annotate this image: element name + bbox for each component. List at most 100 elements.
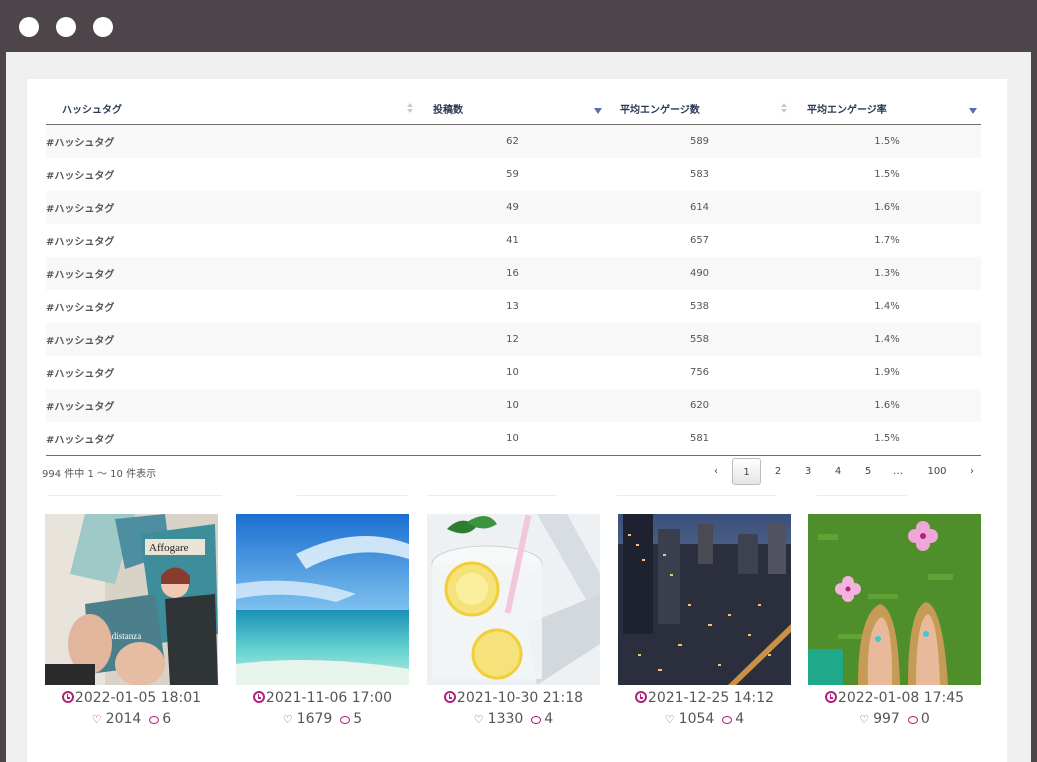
column-header-label: 投稿数 xyxy=(433,104,463,116)
comments-count: 0 xyxy=(920,711,930,727)
post-date-text: 2022-01-05 18:01 xyxy=(74,690,202,706)
post-date: 2022-01-08 17:45 xyxy=(808,688,981,708)
table-row[interactable]: #ハッシュタグ 49 614 1.6% xyxy=(46,191,981,224)
browser-window: ハッシュタグ 投稿数 平均エンゲージ数 平均エンゲージ率 #ハッシュタグ 62 … xyxy=(6,52,1031,762)
posts-cell: 41 xyxy=(506,235,519,246)
table-row[interactable]: #ハッシュタグ 12 558 1.4% xyxy=(46,323,981,356)
avg-rate-cell: 1.5% xyxy=(793,422,981,456)
likes-count: 1679 xyxy=(296,711,333,727)
comment-icon xyxy=(722,716,733,724)
post-date-text: 2021-10-30 21:18 xyxy=(456,690,584,706)
column-header-posts[interactable]: 投稿数 xyxy=(419,92,606,125)
magazines-photo[interactable]: Affogare La distanza xyxy=(45,514,218,685)
likes-count: 1330 xyxy=(487,711,524,727)
post-date: 2021-11-06 17:00 xyxy=(236,688,409,708)
clock-icon xyxy=(443,691,456,703)
hashtag-cell[interactable]: #ハッシュタグ xyxy=(46,191,419,224)
column-header-hashtag[interactable]: ハッシュタグ xyxy=(46,92,419,125)
pagination-page-3[interactable]: 3 xyxy=(795,458,821,485)
pagination-prev[interactable]: ‹ xyxy=(704,458,728,485)
table-summary: 994 件中 1 〜 10 件表示 xyxy=(42,469,157,480)
likes-count: 997 xyxy=(873,711,900,727)
avg-rate-cell: 1.3% xyxy=(793,257,981,290)
divider xyxy=(427,495,557,496)
hashtag-cell[interactable]: #ハッシュタグ xyxy=(46,257,419,290)
pagination-page-1[interactable]: 1 xyxy=(732,458,761,485)
post-stats: ♡ 2014 6 xyxy=(45,708,218,730)
likes-count: 2014 xyxy=(105,711,142,727)
table-row[interactable]: #ハッシュタグ 10 620 1.6% xyxy=(46,389,981,422)
column-header-label: ハッシュタグ xyxy=(62,104,122,116)
likes-count: 1054 xyxy=(678,711,715,727)
divider xyxy=(817,495,907,496)
table-row[interactable]: #ハッシュタグ 13 538 1.4% xyxy=(46,290,981,323)
avg-engagement-cell: 657 xyxy=(689,235,710,246)
posts-cell: 13 xyxy=(506,301,519,312)
post-stats: ♡ 1054 4 xyxy=(618,708,791,730)
column-header-avg-engagement-rate[interactable]: 平均エンゲージ率 xyxy=(793,92,981,125)
avg-rate-cell: 1.7% xyxy=(874,235,900,246)
window-dot-icon[interactable] xyxy=(56,17,76,37)
heart-icon: ♡ xyxy=(91,713,102,726)
lemon-drink-photo[interactable] xyxy=(427,514,600,685)
clock-icon xyxy=(634,691,647,703)
sandals-grass-photo[interactable] xyxy=(808,514,981,685)
posts-cell: 49 xyxy=(419,191,606,224)
comments-count: 5 xyxy=(353,711,363,727)
sort-desc-icon[interactable] xyxy=(594,108,602,114)
avg-engagement-cell: 490 xyxy=(606,257,793,290)
posts-cell: 10 xyxy=(419,422,606,456)
post-card[interactable]: 2021-12-25 14:12 ♡ 1054 4 xyxy=(618,514,791,730)
post-card[interactable]: 2021-10-30 21:18 ♡ 1330 4 xyxy=(427,514,600,730)
column-header-avg-engagement[interactable]: 平均エンゲージ数 xyxy=(606,92,793,125)
hashtag-cell[interactable]: #ハッシュタグ xyxy=(46,389,419,422)
table-row[interactable]: #ハッシュタグ 10 756 1.9% xyxy=(46,356,981,389)
avg-rate-cell: 1.4% xyxy=(793,323,981,356)
city-night-photo[interactable] xyxy=(618,514,791,685)
avg-engagement-cell: 620 xyxy=(606,389,793,422)
pagination-next[interactable]: › xyxy=(960,458,984,485)
avg-rate-cell: 1.5% xyxy=(793,124,981,158)
comment-icon xyxy=(907,716,918,724)
sort-icon[interactable] xyxy=(407,103,413,114)
hashtag-cell[interactable]: #ハッシュタグ xyxy=(46,224,419,257)
sort-icon[interactable] xyxy=(781,103,787,114)
hashtag-cell[interactable]: #ハッシュタグ xyxy=(46,158,419,191)
window-dot-icon[interactable] xyxy=(93,17,113,37)
table-header-row: ハッシュタグ 投稿数 平均エンゲージ数 平均エンゲージ率 xyxy=(46,92,981,125)
column-header-label: 平均エンゲージ率 xyxy=(807,104,887,116)
window-dot-icon[interactable] xyxy=(19,17,39,37)
pagination-page-2[interactable]: 2 xyxy=(765,458,791,485)
posts-cell: 10 xyxy=(419,389,606,422)
table-row[interactable]: #ハッシュタグ 10 581 1.5% xyxy=(46,422,981,456)
post-card[interactable]: Affogare La distanza 2022-01-05 18:01 ♡ 2… xyxy=(45,514,218,730)
post-card[interactable]: 2021-11-06 17:00 ♡ 1679 5 xyxy=(236,514,409,730)
clock-icon xyxy=(61,691,74,703)
comment-icon xyxy=(340,716,351,724)
hashtag-cell[interactable]: #ハッシュタグ xyxy=(46,356,419,389)
table-row[interactable]: #ハッシュタグ 59 583 1.5% xyxy=(46,158,981,191)
divider xyxy=(297,495,407,496)
window-titlebar xyxy=(0,0,1037,52)
avg-rate-cell: 1.6% xyxy=(793,389,981,422)
hashtag-cell[interactable]: #ハッシュタグ xyxy=(46,124,419,158)
comments-count: 6 xyxy=(162,711,172,727)
posts-cell: 16 xyxy=(419,257,606,290)
table-row[interactable]: #ハッシュタグ 62 589 1.5% xyxy=(46,124,981,158)
comments-count: 4 xyxy=(735,711,745,727)
hashtag-cell[interactable]: #ハッシュタグ xyxy=(46,290,419,323)
post-stats: ♡ 997 0 xyxy=(808,708,981,730)
pagination-page-4[interactable]: 4 xyxy=(825,458,851,485)
hashtag-cell[interactable]: #ハッシュタグ xyxy=(46,422,419,456)
clock-icon xyxy=(824,691,837,703)
svg-text:Affogare: Affogare xyxy=(149,542,189,554)
hashtag-cell[interactable]: #ハッシュタグ xyxy=(46,323,419,356)
post-date: 2021-12-25 14:12 xyxy=(618,688,791,708)
post-card[interactable]: 2022-01-08 17:45 ♡ 997 0 xyxy=(808,514,981,730)
pagination-page-5[interactable]: 5 xyxy=(855,458,881,485)
table-row[interactable]: #ハッシュタグ 16 490 1.3% xyxy=(46,257,981,290)
sort-desc-icon[interactable] xyxy=(969,108,977,114)
pagination-page-100[interactable]: 100 xyxy=(917,458,957,485)
table-row[interactable]: #ハッシュタグ 41 657 1.7% xyxy=(46,224,981,257)
beach-photo[interactable] xyxy=(236,514,409,685)
